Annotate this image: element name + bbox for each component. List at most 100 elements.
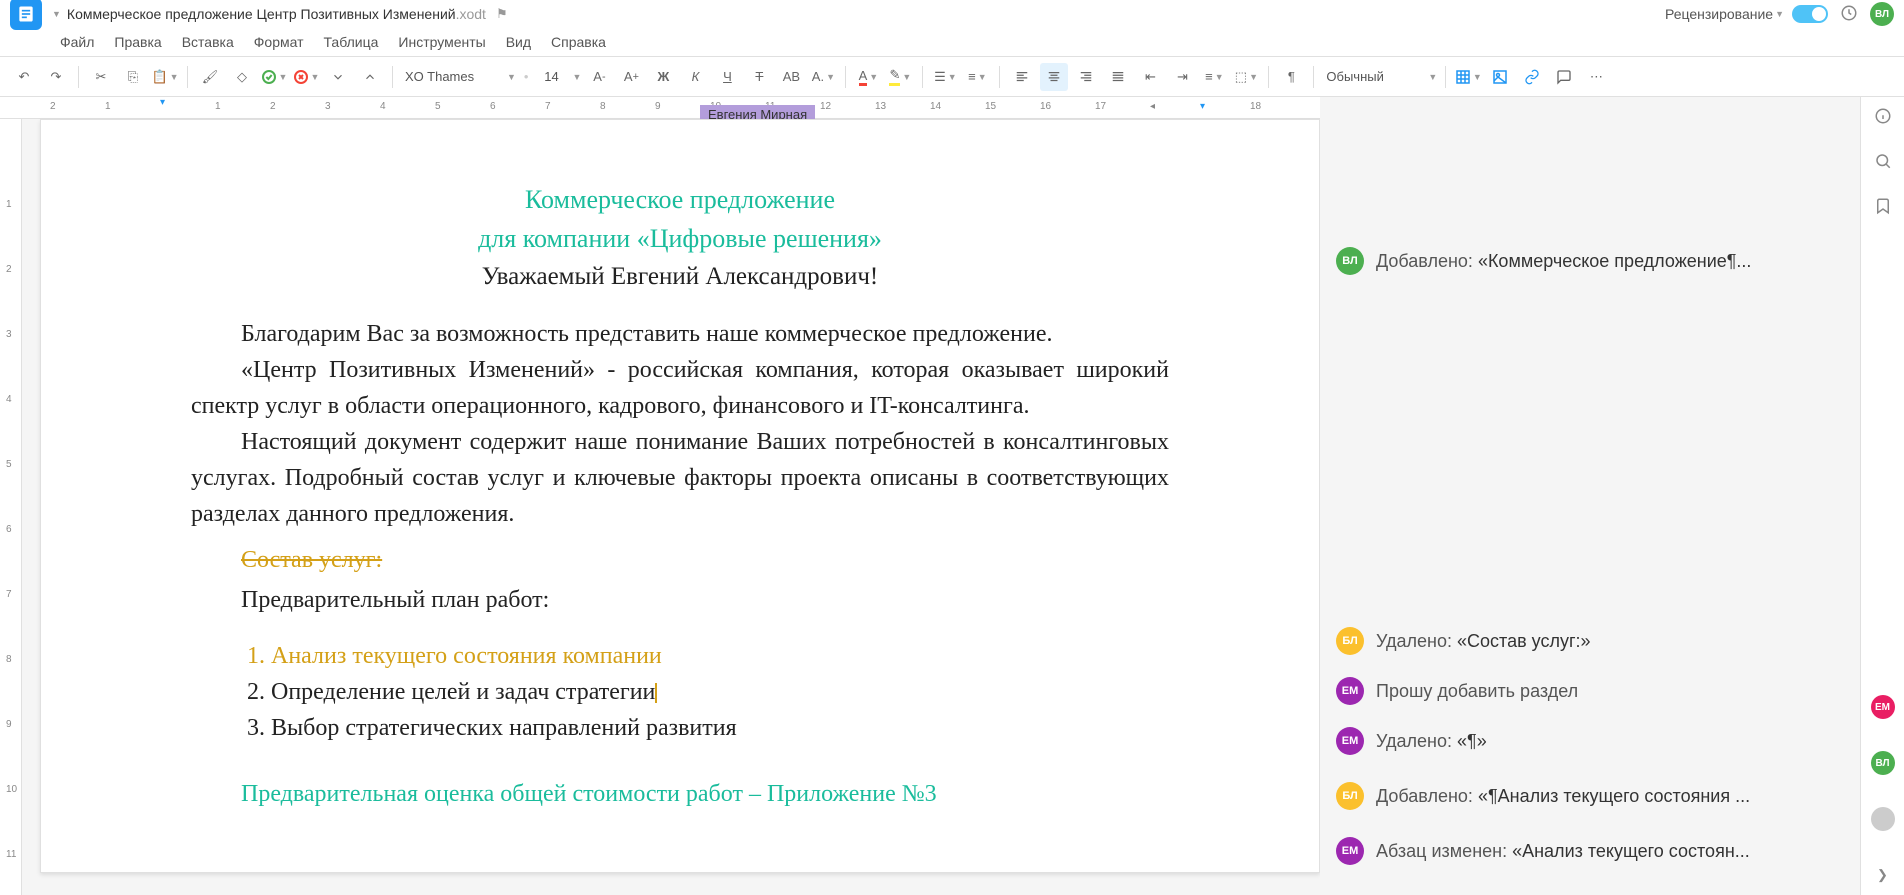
document-title: Коммерческое предложение Центр Позитивны… bbox=[67, 6, 486, 22]
collaborator-avatar[interactable]: ЕМ bbox=[1871, 695, 1895, 719]
document-content[interactable]: Коммерческое предложение для компании «Ц… bbox=[191, 180, 1169, 812]
font-family-select[interactable] bbox=[401, 65, 501, 88]
redo-icon[interactable]: ↷ bbox=[42, 63, 70, 91]
menu-table[interactable]: Таблица bbox=[324, 34, 379, 50]
menu-view[interactable]: Вид bbox=[506, 34, 531, 50]
format-paint-icon[interactable]: 🖌 bbox=[196, 63, 224, 91]
paste-icon[interactable]: 📋▼ bbox=[151, 63, 179, 91]
prev-change-icon[interactable] bbox=[324, 63, 352, 91]
flag-icon[interactable]: ⚑ bbox=[496, 6, 508, 22]
font-color-icon[interactable]: А▼ bbox=[854, 63, 882, 91]
style-chevron-icon[interactable]: ▼ bbox=[1428, 72, 1437, 82]
strike-icon[interactable]: Т bbox=[745, 63, 773, 91]
link-icon[interactable] bbox=[1518, 63, 1546, 91]
align-center-icon[interactable] bbox=[1040, 63, 1068, 91]
accept-change-icon[interactable]: ▼ bbox=[260, 63, 288, 91]
change-item[interactable]: ЕМПрошу добавить раздел bbox=[1320, 665, 1850, 717]
comment-icon[interactable] bbox=[1550, 63, 1578, 91]
menu-file[interactable]: Файл bbox=[60, 34, 94, 50]
align-left-icon[interactable] bbox=[1008, 63, 1036, 91]
menu-edit[interactable]: Правка bbox=[114, 34, 161, 50]
font-chevron-icon[interactable]: ▼ bbox=[507, 72, 516, 82]
search-icon[interactable] bbox=[1874, 152, 1892, 173]
style-select[interactable] bbox=[1322, 65, 1422, 88]
italic-icon[interactable]: К bbox=[681, 63, 709, 91]
clear-format-icon[interactable]: ◇ bbox=[228, 63, 256, 91]
document-page[interactable]: Коммерческое предложение для компании «Ц… bbox=[40, 119, 1320, 873]
menu-help[interactable]: Справка bbox=[551, 34, 606, 50]
menu-insert[interactable]: Вставка bbox=[182, 34, 234, 50]
allcaps-icon[interactable]: АВ bbox=[777, 63, 805, 91]
change-text: Абзац изменен: «Анализ текущего состоян.… bbox=[1376, 841, 1750, 862]
toolbar: ↶ ↷ ✂ ⎘ 📋▼ 🖌 ◇ ▼ ▼ ▼ • ▼ A- A+ Ж К Ч Т А… bbox=[0, 57, 1904, 97]
increase-font-icon[interactable]: A+ bbox=[617, 63, 645, 91]
review-mode-dropdown[interactable]: Рецензирование ▼ bbox=[1665, 6, 1784, 22]
app-icon[interactable] bbox=[10, 0, 42, 30]
doc-numbered-list: Анализ текущего состояния компании Опред… bbox=[191, 638, 1169, 746]
change-item[interactable]: БЛ Добавлено: «¶Анализ текущего состояния… bbox=[1320, 770, 1850, 822]
history-icon[interactable] bbox=[1840, 4, 1858, 25]
vertical-ruler[interactable]: 1 2 3 4 5 6 7 8 9 10 11 12 bbox=[0, 119, 22, 895]
outdent-icon[interactable]: ⇤ bbox=[1136, 63, 1164, 91]
info-icon[interactable] bbox=[1874, 107, 1892, 128]
decrease-font-icon[interactable]: A- bbox=[585, 63, 613, 91]
number-list-icon[interactable]: ≡▼ bbox=[963, 63, 991, 91]
menu-format[interactable]: Формат bbox=[254, 34, 304, 50]
align-justify-icon[interactable] bbox=[1104, 63, 1132, 91]
bold-icon[interactable]: Ж bbox=[649, 63, 677, 91]
change-text: Удалено: «¶» bbox=[1376, 731, 1487, 752]
list-item: Анализ текущего состояния компании bbox=[271, 638, 1169, 674]
align-right-icon[interactable] bbox=[1072, 63, 1100, 91]
changes-panel: ВЛДобавлено: «Коммерческое предложение¶.… bbox=[1320, 97, 1860, 895]
doc-paragraph-2: «Центр Позитивных Изменений» - российска… bbox=[191, 352, 1169, 424]
change-avatar: БЛ bbox=[1336, 627, 1364, 655]
list-item: Определение целей и задач стратегии bbox=[271, 674, 1169, 710]
pilcrow-icon[interactable]: ¶ bbox=[1277, 63, 1305, 91]
review-toggle[interactable] bbox=[1792, 5, 1828, 23]
copy-icon[interactable]: ⎘ bbox=[119, 63, 147, 91]
title-bar: ▼ Коммерческое предложение Центр Позитив… bbox=[0, 0, 1904, 28]
right-sidebar: ЕМ ВЛ ❯ bbox=[1860, 97, 1904, 895]
change-text: Прошу добавить раздел bbox=[1376, 681, 1578, 702]
change-item[interactable]: БЛУдалено: «Состав услуг:» bbox=[1320, 615, 1850, 667]
expand-icon[interactable]: ❯ bbox=[1877, 867, 1888, 883]
cut-icon[interactable]: ✂ bbox=[87, 63, 115, 91]
reject-change-icon[interactable]: ▼ bbox=[292, 63, 320, 91]
image-icon[interactable] bbox=[1486, 63, 1514, 91]
highlight-color-icon[interactable]: ✎▼ bbox=[886, 63, 914, 91]
menu-tools[interactable]: Инструменты bbox=[398, 34, 485, 50]
change-text: Добавлено: «¶Анализ текущего состояния .… bbox=[1376, 786, 1750, 807]
line-spacing-icon[interactable]: ≡▼ bbox=[1200, 63, 1228, 91]
change-item[interactable]: ЕМАбзац изменен: «Анализ текущего состоя… bbox=[1320, 825, 1850, 877]
horizontal-ruler[interactable]: 2 1 ▾ 1 2 3 4 5 6 7 8 9 10 11 12 13 14 1… bbox=[0, 97, 1320, 119]
doc-paragraph-3: Настоящий документ содержит наше пониман… bbox=[191, 424, 1169, 532]
change-avatar: БЛ bbox=[1336, 782, 1364, 810]
bullet-list-icon[interactable]: ☰▼ bbox=[931, 63, 959, 91]
indent-icon[interactable]: ⇥ bbox=[1168, 63, 1196, 91]
font-size-select[interactable] bbox=[536, 65, 566, 88]
doc-footer-line: Предварительная оценка общей стоимости р… bbox=[191, 776, 1169, 812]
sub-sup-icon[interactable]: A.▼ bbox=[809, 63, 837, 91]
next-change-icon[interactable] bbox=[356, 63, 384, 91]
header: ▼ Коммерческое предложение Центр Позитив… bbox=[0, 0, 1904, 57]
doc-greeting: Уважаемый Евгений Александрович! bbox=[191, 258, 1169, 296]
app-menu-chevron[interactable]: ▼ bbox=[52, 9, 61, 19]
doc-plan-heading: Предварительный план работ: bbox=[191, 582, 1169, 618]
bookmark-icon[interactable] bbox=[1874, 197, 1892, 218]
more-icon[interactable]: ⋯ bbox=[1582, 63, 1610, 91]
undo-icon[interactable]: ↶ bbox=[10, 63, 38, 91]
change-avatar: ВЛ bbox=[1336, 247, 1364, 275]
underline-icon[interactable]: Ч bbox=[713, 63, 741, 91]
table-icon[interactable]: ▼ bbox=[1454, 63, 1482, 91]
collaborator-avatar[interactable]: ВЛ bbox=[1871, 751, 1895, 775]
paragraph-spacing-icon[interactable]: ⬚▼ bbox=[1232, 63, 1260, 91]
change-item[interactable]: ВЛДобавлено: «Коммерческое предложение¶.… bbox=[1320, 235, 1850, 287]
size-chevron-icon[interactable]: ▼ bbox=[572, 72, 581, 82]
doc-paragraph-1: Благодарим Вас за возможность представит… bbox=[191, 316, 1169, 352]
change-item[interactable]: ЕМУдалено: «¶» bbox=[1320, 715, 1850, 767]
user-avatar[interactable]: ВЛ bbox=[1870, 2, 1894, 26]
main: 2 1 ▾ 1 2 3 4 5 6 7 8 9 10 11 12 13 14 1… bbox=[0, 97, 1904, 895]
collaborator-photo[interactable] bbox=[1871, 807, 1895, 831]
doc-title-2: для компании «Цифровые решения» bbox=[191, 219, 1169, 258]
doc-struck-heading: Состав услуг: bbox=[191, 542, 1169, 578]
